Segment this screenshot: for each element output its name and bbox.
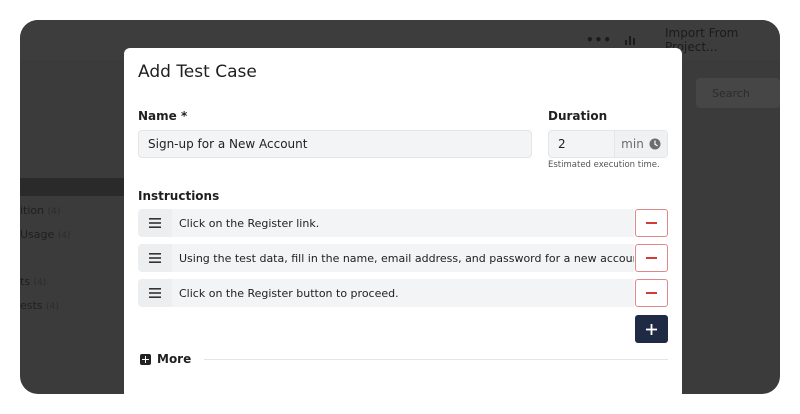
name-label: Name * [138,109,188,123]
remove-instruction-button[interactable] [635,279,668,307]
duration-field: 2 min [548,130,668,158]
app-window: ••• Import From Project... Search ition … [20,20,780,394]
add-instruction-button[interactable] [635,315,668,343]
more-label: More [157,352,192,366]
background-search-input: Search [696,78,780,108]
dialog-title: Add Test Case [138,62,257,82]
instruction-row: Using the test data, fill in the name, e… [138,244,668,272]
instructions-label: Instructions [138,189,220,203]
import-from-project-button: Import From Project... [665,26,739,54]
name-input[interactable]: Sign-up for a New Account [138,130,532,158]
drag-handle-icon[interactable] [138,244,172,272]
duration-unit: min [615,131,667,157]
instruction-input[interactable]: Using the test data, fill in the name, e… [172,244,634,272]
plus-icon [646,323,657,335]
background-sidebar-item: ests (4) [20,299,59,312]
drag-handle-icon[interactable] [138,209,172,237]
minus-icon [646,222,657,224]
duration-unit-label: min [621,137,644,151]
clock-icon [649,138,661,150]
background-sidebar-item: Usage (4) [20,228,71,241]
duration-label: Duration [548,109,608,123]
background-sidebar-item: ition (4) [20,204,61,217]
minus-icon [646,257,657,259]
duration-input[interactable]: 2 [549,131,615,157]
instruction-input[interactable]: Click on the Register button to proceed. [172,279,634,307]
remove-instruction-button[interactable] [635,209,668,237]
duration-hint: Estimated execution time. [548,160,660,170]
instruction-row: Click on the Register button to proceed. [138,279,668,307]
more-toggle[interactable]: More [140,352,191,366]
add-test-case-dialog: Add Test Case Name * Sign-up for a New A… [124,48,682,394]
divider [204,359,668,360]
background-sidebar-selected [20,178,124,196]
instruction-row: Click on the Register link. [138,209,668,237]
plus-square-icon [140,353,151,365]
drag-handle-icon[interactable] [138,279,172,307]
minus-icon [646,292,657,294]
background-sidebar-item: ts (4) [20,275,47,288]
remove-instruction-button[interactable] [635,244,668,272]
instruction-input[interactable]: Click on the Register link. [172,209,634,237]
